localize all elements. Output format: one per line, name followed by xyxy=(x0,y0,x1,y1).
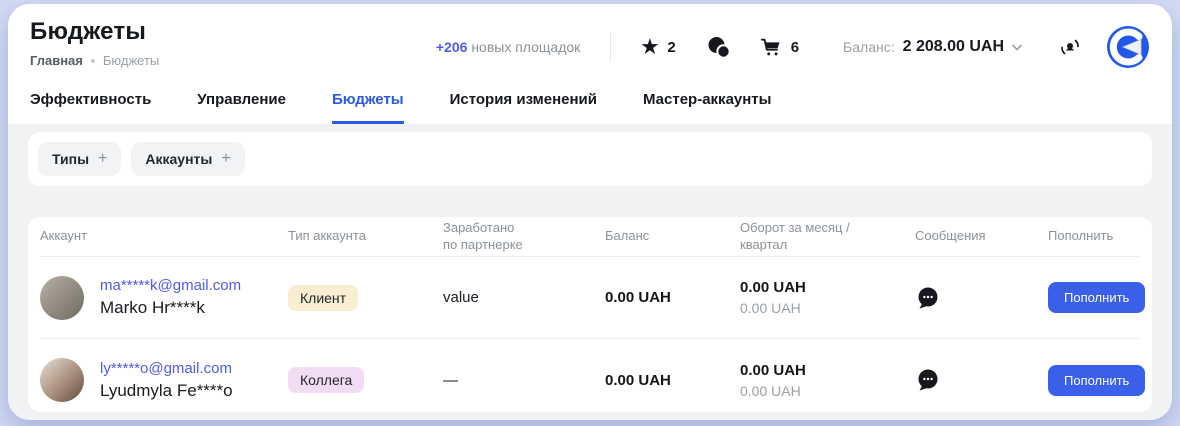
new-sites-count: +206 xyxy=(436,39,468,55)
tab-bar: Эффективность Управление Бюджеты История… xyxy=(30,91,1150,124)
tab-management[interactable]: Управление xyxy=(197,91,286,124)
account-type-badge: Клиент xyxy=(288,285,358,311)
topup-button[interactable]: Пополнить xyxy=(1048,282,1145,313)
account-avatar-logo[interactable] xyxy=(1106,25,1150,69)
earned-value: — xyxy=(443,372,605,389)
notification-button[interactable] xyxy=(1058,35,1082,59)
col-topup: Пополнить xyxy=(1035,228,1140,245)
new-sites-label: новых площадок xyxy=(471,39,580,55)
header-right: +206 новых площадок ★ 2 xyxy=(436,24,1150,70)
turnover-month: 0.00 UAH xyxy=(740,362,915,379)
breadcrumb-current: Бюджеты xyxy=(103,53,159,68)
turnover-month: 0.00 UAH xyxy=(740,279,915,296)
notification-bell-icon xyxy=(1058,35,1082,59)
account-email-link[interactable]: ma*****k@gmail.com xyxy=(100,277,241,294)
chat-bubbles-icon xyxy=(706,35,730,59)
filter-types-chip[interactable]: Типы + xyxy=(38,142,121,176)
account-name: Marko Hr****k xyxy=(100,298,241,318)
breadcrumb-separator xyxy=(91,59,95,63)
topup-button[interactable]: Пополнить xyxy=(1048,365,1145,396)
title-block: Бюджеты Главная Бюджеты xyxy=(30,18,159,68)
favorites-count: 2 xyxy=(667,39,675,56)
balance-dropdown[interactable]: Баланс: 2 208.00 UAH xyxy=(843,38,1022,56)
filter-accounts-chip[interactable]: Аккаунты + xyxy=(131,142,244,176)
breadcrumb: Главная Бюджеты xyxy=(30,53,159,68)
tab-history[interactable]: История изменений xyxy=(450,91,597,124)
content-area: Типы + Аккаунты + Аккаунт Тип аккаунта З… xyxy=(8,124,1172,420)
col-earned: Заработано по партнерке xyxy=(443,220,605,254)
table-row: ly*****o@gmail.com Lyudmyla Fe****o Колл… xyxy=(40,339,1140,412)
col-balance: Баланс xyxy=(605,228,740,245)
favorites-button[interactable]: ★ 2 xyxy=(641,38,675,57)
balance-cell: 0.00 UAH xyxy=(605,289,740,306)
balance-value: 2 208.00 UAH xyxy=(903,38,1004,56)
message-button[interactable] xyxy=(915,285,1035,311)
balance-cell: 0.00 UAH xyxy=(605,372,740,389)
page-title: Бюджеты xyxy=(30,18,159,46)
col-messages: Сообщения xyxy=(915,228,1035,245)
brand-logo-icon xyxy=(1106,25,1150,69)
table-header-row: Аккаунт Тип аккаунта Заработано по партн… xyxy=(40,217,1140,257)
star-icon: ★ xyxy=(641,38,658,57)
messages-button[interactable] xyxy=(706,35,730,59)
filter-bar: Типы + Аккаунты + xyxy=(28,132,1152,186)
new-sites-link[interactable]: +206 новых площадок xyxy=(436,39,580,55)
filter-accounts-label: Аккаунты xyxy=(145,151,212,167)
account-type-badge: Коллега xyxy=(288,367,364,393)
cart-button[interactable]: 6 xyxy=(760,36,799,58)
col-account-type: Тип аккаунта xyxy=(288,228,443,245)
tab-budgets[interactable]: Бюджеты xyxy=(332,91,404,124)
message-button[interactable] xyxy=(915,367,1035,393)
accounts-table: Аккаунт Тип аккаунта Заработано по партн… xyxy=(28,217,1152,412)
plus-icon: + xyxy=(221,151,230,167)
balance-label: Баланс: xyxy=(843,39,895,55)
header-divider xyxy=(610,32,611,62)
avatar xyxy=(40,358,84,402)
tab-master-accounts[interactable]: Мастер-аккаунты xyxy=(643,91,771,124)
app-window: Бюджеты Главная Бюджеты +206 новых площа… xyxy=(8,4,1172,420)
turnover-quarter: 0.00 UAH xyxy=(740,300,915,316)
col-account: Аккаунт xyxy=(40,228,288,245)
account-name: Lyudmyla Fe****o xyxy=(100,381,233,401)
earned-value: value xyxy=(443,289,605,306)
speech-bubble-icon xyxy=(915,367,941,393)
table-row: ma*****k@gmail.com Marko Hr****k Клиент … xyxy=(40,257,1140,339)
cart-count: 6 xyxy=(791,39,799,56)
avatar xyxy=(40,276,84,320)
account-email-link[interactable]: ly*****o@gmail.com xyxy=(100,360,233,377)
breadcrumb-home-link[interactable]: Главная xyxy=(30,53,83,68)
chevron-down-icon xyxy=(1012,44,1022,51)
speech-bubble-icon xyxy=(915,285,941,311)
header: Бюджеты Главная Бюджеты +206 новых площа… xyxy=(8,4,1172,124)
plus-icon: + xyxy=(98,151,107,167)
col-turnover: Оборот за месяц / квартал xyxy=(740,220,915,254)
filter-types-label: Типы xyxy=(52,151,89,167)
turnover-quarter: 0.00 UAH xyxy=(740,383,915,399)
tab-effectiveness[interactable]: Эффективность xyxy=(30,91,151,124)
cart-icon xyxy=(760,36,782,58)
